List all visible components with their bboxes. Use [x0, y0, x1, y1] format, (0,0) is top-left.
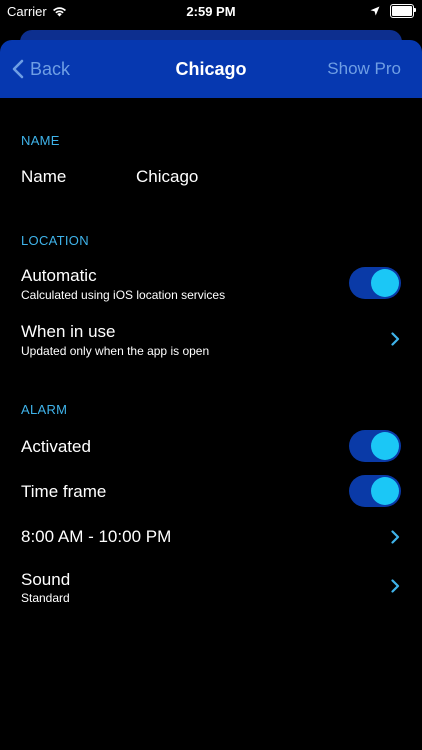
- chevron-right-icon: [391, 579, 400, 593]
- automatic-title: Automatic: [21, 266, 97, 285]
- time-range-row[interactable]: 8:00 AM - 10:00 PM: [0, 515, 422, 559]
- activated-toggle[interactable]: [349, 430, 401, 462]
- toggle-knob: [371, 477, 399, 505]
- automatic-toggle[interactable]: [349, 267, 401, 299]
- when-in-use-title: When in use: [21, 322, 116, 341]
- sound-title: Sound: [21, 570, 71, 589]
- section-header-alarm: ALARM: [21, 402, 68, 417]
- status-bar: Carrier 2:59 PM: [0, 0, 422, 26]
- time-range-title: 8:00 AM - 10:00 PM: [21, 527, 172, 546]
- chevron-left-icon: [12, 59, 24, 79]
- battery-fill: [392, 6, 412, 16]
- section-header-name: NAME: [21, 133, 60, 148]
- section-header-location: LOCATION: [21, 233, 89, 248]
- automatic-subtitle: Calculated using iOS location services: [21, 288, 226, 302]
- when-in-use-subtitle: Updated only when the app is open: [21, 344, 210, 358]
- navigation-bar: Back Chicago Show Pro: [0, 40, 422, 98]
- battery-icon: [390, 4, 416, 18]
- status-right: [370, 4, 416, 18]
- name-row[interactable]: Name Chicago: [0, 155, 422, 199]
- toggle-knob: [371, 269, 399, 297]
- location-arrow-icon: [370, 6, 380, 16]
- activated-row: Activated: [0, 425, 422, 469]
- automatic-row: Automatic Calculated using iOS location …: [0, 258, 422, 308]
- show-pro-button[interactable]: Show Pro: [327, 40, 401, 98]
- time-frame-toggle[interactable]: [349, 475, 401, 507]
- toggle-knob: [371, 432, 399, 460]
- time-frame-row: Time frame: [0, 470, 422, 514]
- sound-subtitle: Standard: [21, 591, 70, 605]
- back-button[interactable]: Back: [12, 40, 70, 98]
- chevron-right-icon: [391, 530, 400, 544]
- activated-title: Activated: [21, 437, 91, 456]
- sound-row[interactable]: Sound Standard: [0, 562, 422, 610]
- back-label: Back: [30, 58, 71, 79]
- chevron-right-icon: [391, 332, 400, 346]
- status-time: 2:59 PM: [186, 4, 236, 19]
- when-in-use-row[interactable]: When in use Updated only when the app is…: [0, 314, 422, 364]
- name-row-label: Name: [21, 167, 67, 186]
- name-row-value[interactable]: Chicago: [136, 167, 198, 187]
- time-frame-title: Time frame: [21, 482, 107, 501]
